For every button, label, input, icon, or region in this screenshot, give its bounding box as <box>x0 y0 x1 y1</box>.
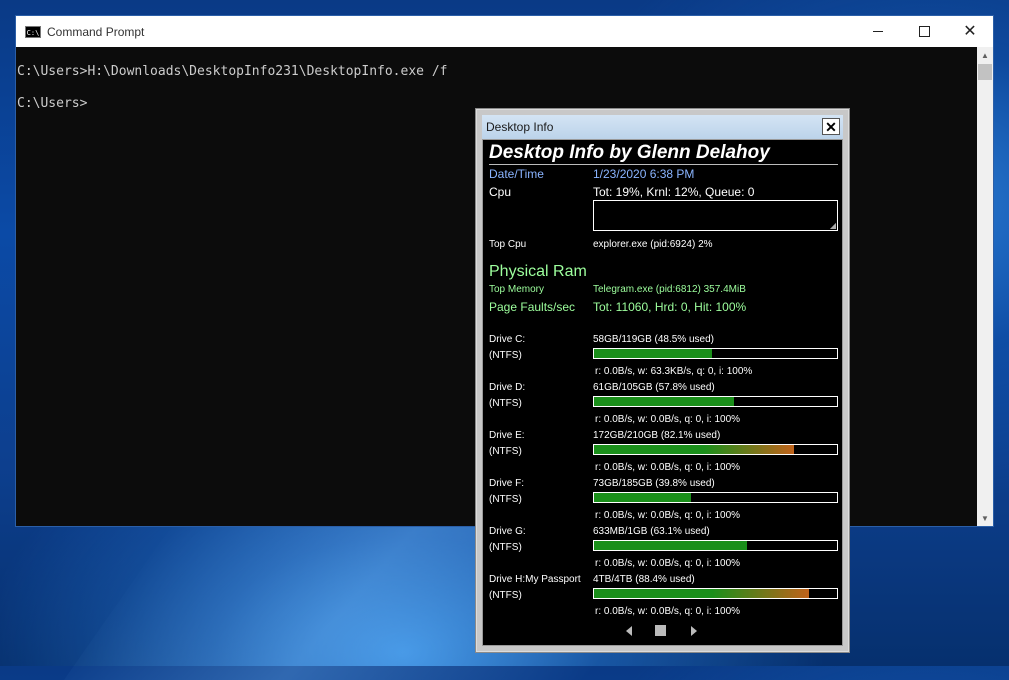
cpu-graph: ◢ <box>593 200 838 231</box>
top-memory-label: Top Memory <box>489 284 545 295</box>
drive-usage-bar <box>593 348 838 359</box>
desktop-info-window-title: Desktop Info <box>486 120 554 134</box>
drive-usage: 172GB/210GB (82.1% used) <box>593 430 721 441</box>
drive-usage-bar <box>593 492 838 503</box>
stop-icon[interactable] <box>655 625 666 636</box>
desktop-info-close-button[interactable]: ✕ <box>822 118 840 135</box>
cpu-value: Tot: 19%, Krnl: 12%, Queue: 0 <box>593 185 755 199</box>
drive-io-stats: r: 0.0B/s, w: 0.0B/s, q: 0, i: 100% <box>595 510 741 521</box>
cmd-window-title: Command Prompt <box>47 24 145 39</box>
top-cpu-value: explorer.exe (pid:6924) 2% <box>593 239 713 250</box>
drive-io-stats: r: 0.0B/s, w: 0.0B/s, q: 0, i: 100% <box>595 462 741 473</box>
drive-filesystem: (NTFS) <box>489 590 522 601</box>
desktop-info-window[interactable]: Desktop Info ✕ Desktop Info by Glenn Del… <box>475 108 850 653</box>
drive-filesystem: (NTFS) <box>489 494 522 505</box>
cmd-titlebar[interactable]: C:\ Command Prompt ✕ <box>16 16 993 47</box>
drive-io-stats: r: 0.0B/s, w: 0.0B/s, q: 0, i: 100% <box>595 414 741 425</box>
top-memory-value: Telegram.exe (pid:6812) 357.4MiB <box>593 284 746 295</box>
page-faults-label: Page Faults/sec <box>489 300 576 314</box>
scrollbar-thumb[interactable] <box>978 64 992 80</box>
drive-usage-bar-fill <box>594 445 794 454</box>
desktop-info-heading: Desktop Info by Glenn Delahoy <box>489 142 770 163</box>
drive-usage-bar <box>593 444 838 455</box>
drive-label: Drive G: <box>489 526 526 537</box>
drive-usage: 73GB/185GB (39.8% used) <box>593 478 715 489</box>
heading-divider <box>489 164 838 165</box>
close-icon: ✕ <box>963 22 977 40</box>
cpu-label: Cpu <box>489 185 512 199</box>
scroll-down-icon[interactable]: ▼ <box>977 510 993 526</box>
drive-usage: 633MB/1GB (63.1% used) <box>593 526 710 537</box>
page-faults-value: Tot: 11060, Hrd: 0, Hit: 100% <box>593 300 747 314</box>
next-page-icon[interactable] <box>691 626 697 636</box>
physical-ram-label: Physical Ram <box>489 263 587 280</box>
drive-label: Drive E: <box>489 430 525 441</box>
drive-label: Drive C: <box>489 334 526 345</box>
close-button[interactable]: ✕ <box>947 16 993 47</box>
drive-usage-bar <box>593 540 838 551</box>
maximize-button[interactable] <box>901 16 947 47</box>
scroll-up-icon[interactable]: ▲ <box>977 47 993 63</box>
drive-filesystem: (NTFS) <box>489 350 522 361</box>
cmd-app-icon: C:\ <box>25 25 41 38</box>
maximize-icon <box>918 26 930 37</box>
drive-usage-bar-fill <box>594 493 691 502</box>
drive-usage-bar-fill <box>594 589 809 598</box>
drive-usage: 4TB/4TB (88.4% used) <box>593 574 695 585</box>
close-icon: ✕ <box>825 118 837 135</box>
vertical-scrollbar[interactable]: ▲ ▼ <box>977 47 993 526</box>
desktop-info-titlebar[interactable]: Desktop Info ✕ <box>482 115 843 139</box>
console-prompt-line: C:\Users> <box>17 96 88 111</box>
top-cpu-label: Top Cpu <box>489 239 527 250</box>
drive-filesystem: (NTFS) <box>489 398 522 409</box>
datetime-value: 1/23/2020 6:38 PM <box>593 167 695 181</box>
drive-usage: 61GB/105GB (57.8% used) <box>593 382 715 393</box>
resize-grip-icon: ◢ <box>829 221 836 230</box>
drive-usage-bar <box>593 588 838 599</box>
drive-usage: 58GB/119GB (48.5% used) <box>593 334 714 345</box>
drive-io-stats: r: 0.0B/s, w: 0.0B/s, q: 0, i: 100% <box>595 558 741 569</box>
drive-label: Drive D: <box>489 382 526 393</box>
minimize-icon <box>873 31 883 32</box>
datetime-label: Date/Time <box>489 167 544 181</box>
drive-filesystem: (NTFS) <box>489 542 522 553</box>
minimize-button[interactable] <box>855 16 901 47</box>
drive-usage-bar-fill <box>594 397 735 406</box>
previous-page-icon[interactable] <box>626 626 632 636</box>
drive-io-stats: r: 0.0B/s, w: 0.0B/s, q: 0, i: 100% <box>595 606 741 617</box>
drive-filesystem: (NTFS) <box>489 446 522 457</box>
drive-usage-bar-fill <box>594 349 712 358</box>
drive-usage-bar-fill <box>594 541 748 550</box>
drive-label: Drive F: <box>489 478 524 489</box>
desktop-info-panel: Desktop Info by Glenn Delahoy Date/Time … <box>482 139 843 646</box>
drive-label: Drive H:My Passport <box>489 574 581 585</box>
page-navigation <box>483 624 842 640</box>
console-line: C:\Users>H:\Downloads\DesktopInfo231\Des… <box>17 64 448 79</box>
drive-io-stats: r: 0.0B/s, w: 63.3KB/s, q: 0, i: 100% <box>595 366 753 377</box>
drive-usage-bar <box>593 396 838 407</box>
